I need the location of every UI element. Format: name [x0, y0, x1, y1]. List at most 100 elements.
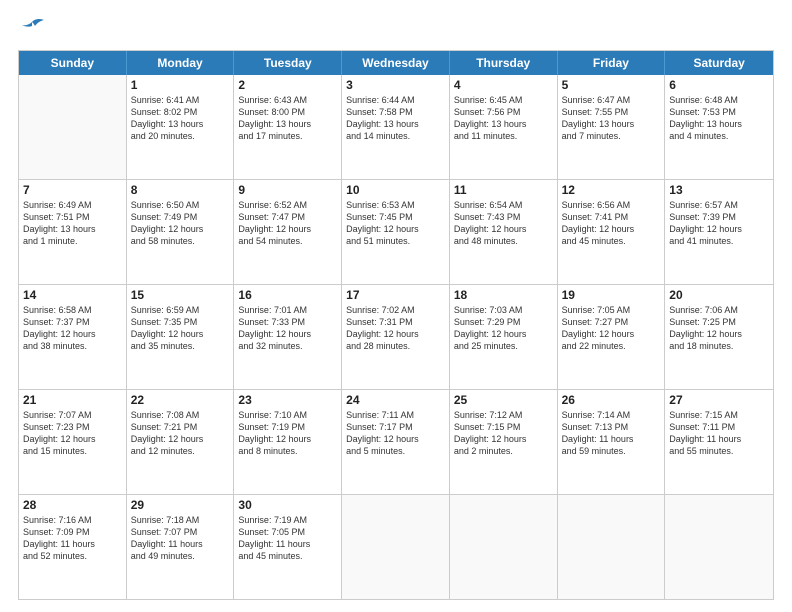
- day-number: 11: [454, 183, 553, 197]
- calendar-row-3: 14Sunrise: 6:58 AM Sunset: 7:37 PM Dayli…: [19, 284, 773, 389]
- day-cell-10: 10Sunrise: 6:53 AM Sunset: 7:45 PM Dayli…: [342, 180, 450, 284]
- day-info: Sunrise: 6:49 AM Sunset: 7:51 PM Dayligh…: [23, 199, 122, 248]
- empty-cell: [450, 495, 558, 599]
- day-cell-1: 1 Sunrise: 6:41 AM Sunset: 8:02 PM Daylig…: [127, 75, 235, 179]
- day-info: Sunrise: 7:05 AM Sunset: 7:27 PM Dayligh…: [562, 304, 661, 353]
- day-number: 9: [238, 183, 337, 197]
- day-cell-21: 21Sunrise: 7:07 AM Sunset: 7:23 PM Dayli…: [19, 390, 127, 494]
- day-cell-30: 30 Sunrise: 7:19 AM Sunset: 7:05 PM Dayli…: [234, 495, 342, 599]
- day-info: Sunrise: 7:10 AM Sunset: 7:19 PM Dayligh…: [238, 409, 337, 458]
- calendar-row-2: 7 Sunrise: 6:49 AM Sunset: 7:51 PM Daylig…: [19, 179, 773, 284]
- day-number: 22: [131, 393, 230, 407]
- day-info: Sunrise: 7:12 AM Sunset: 7:15 PM Dayligh…: [454, 409, 553, 458]
- calendar-body: 1 Sunrise: 6:41 AM Sunset: 8:02 PM Daylig…: [19, 75, 773, 599]
- day-info: Sunrise: 6:43 AM Sunset: 8:00 PM Dayligh…: [238, 94, 337, 143]
- calendar-row-4: 21Sunrise: 7:07 AM Sunset: 7:23 PM Dayli…: [19, 389, 773, 494]
- day-number: 6: [669, 78, 769, 92]
- day-number: 1: [131, 78, 230, 92]
- day-cell-4: 4 Sunrise: 6:45 AM Sunset: 7:56 PM Daylig…: [450, 75, 558, 179]
- day-cell-14: 14Sunrise: 6:58 AM Sunset: 7:37 PM Dayli…: [19, 285, 127, 389]
- day-number: 30: [238, 498, 337, 512]
- day-cell-17: 17 Sunrise: 7:02 AM Sunset: 7:31 PM Dayli…: [342, 285, 450, 389]
- day-number: 3: [346, 78, 445, 92]
- day-info: Sunrise: 7:19 AM Sunset: 7:05 PM Dayligh…: [238, 514, 337, 563]
- day-cell-24: 24 Sunrise: 7:11 AM Sunset: 7:17 PM Dayli…: [342, 390, 450, 494]
- calendar-row-1: 1 Sunrise: 6:41 AM Sunset: 8:02 PM Daylig…: [19, 75, 773, 179]
- day-info: Sunrise: 7:11 AM Sunset: 7:17 PM Dayligh…: [346, 409, 445, 458]
- day-number: 28: [23, 498, 122, 512]
- empty-cell: [665, 495, 773, 599]
- day-info: Sunrise: 6:44 AM Sunset: 7:58 PM Dayligh…: [346, 94, 445, 143]
- empty-cell: [19, 75, 127, 179]
- day-number: 25: [454, 393, 553, 407]
- day-info: Sunrise: 6:54 AM Sunset: 7:43 PM Dayligh…: [454, 199, 553, 248]
- day-cell-8: 8 Sunrise: 6:50 AM Sunset: 7:49 PM Daylig…: [127, 180, 235, 284]
- day-cell-2: 2 Sunrise: 6:43 AM Sunset: 8:00 PM Daylig…: [234, 75, 342, 179]
- day-number: 29: [131, 498, 230, 512]
- day-number: 15: [131, 288, 230, 302]
- day-cell-16: 16 Sunrise: 7:01 AM Sunset: 7:33 PM Dayli…: [234, 285, 342, 389]
- day-number: 27: [669, 393, 769, 407]
- header-day-tuesday: Tuesday: [234, 51, 342, 75]
- day-number: 24: [346, 393, 445, 407]
- day-cell-29: 29 Sunrise: 7:18 AM Sunset: 7:07 PM Dayli…: [127, 495, 235, 599]
- day-cell-18: 18 Sunrise: 7:03 AM Sunset: 7:29 PM Dayli…: [450, 285, 558, 389]
- day-number: 2: [238, 78, 337, 92]
- day-cell-6: 6 Sunrise: 6:48 AM Sunset: 7:53 PM Daylig…: [665, 75, 773, 179]
- day-cell-7: 7 Sunrise: 6:49 AM Sunset: 7:51 PM Daylig…: [19, 180, 127, 284]
- header: [18, 18, 774, 40]
- day-info: Sunrise: 7:15 AM Sunset: 7:11 PM Dayligh…: [669, 409, 769, 458]
- day-cell-5: 5 Sunrise: 6:47 AM Sunset: 7:55 PM Daylig…: [558, 75, 666, 179]
- day-number: 18: [454, 288, 553, 302]
- day-info: Sunrise: 6:41 AM Sunset: 8:02 PM Dayligh…: [131, 94, 230, 143]
- day-number: 26: [562, 393, 661, 407]
- day-info: Sunrise: 6:48 AM Sunset: 7:53 PM Dayligh…: [669, 94, 769, 143]
- day-cell-12: 12Sunrise: 6:56 AM Sunset: 7:41 PM Dayli…: [558, 180, 666, 284]
- day-cell-22: 22 Sunrise: 7:08 AM Sunset: 7:21 PM Dayli…: [127, 390, 235, 494]
- day-number: 17: [346, 288, 445, 302]
- day-cell-25: 25 Sunrise: 7:12 AM Sunset: 7:15 PM Dayli…: [450, 390, 558, 494]
- day-cell-11: 11 Sunrise: 6:54 AM Sunset: 7:43 PM Dayli…: [450, 180, 558, 284]
- day-info: Sunrise: 7:18 AM Sunset: 7:07 PM Dayligh…: [131, 514, 230, 563]
- day-info: Sunrise: 7:06 AM Sunset: 7:25 PM Dayligh…: [669, 304, 769, 353]
- day-info: Sunrise: 7:02 AM Sunset: 7:31 PM Dayligh…: [346, 304, 445, 353]
- day-info: Sunrise: 7:14 AM Sunset: 7:13 PM Dayligh…: [562, 409, 661, 458]
- day-cell-19: 19Sunrise: 7:05 AM Sunset: 7:27 PM Dayli…: [558, 285, 666, 389]
- header-day-thursday: Thursday: [450, 51, 558, 75]
- logo-icon: [18, 18, 46, 40]
- header-day-wednesday: Wednesday: [342, 51, 450, 75]
- day-cell-28: 28 Sunrise: 7:16 AM Sunset: 7:09 PM Dayli…: [19, 495, 127, 599]
- day-info: Sunrise: 6:56 AM Sunset: 7:41 PM Dayligh…: [562, 199, 661, 248]
- day-number: 16: [238, 288, 337, 302]
- day-cell-3: 3 Sunrise: 6:44 AM Sunset: 7:58 PM Daylig…: [342, 75, 450, 179]
- day-info: Sunrise: 6:58 AM Sunset: 7:37 PM Dayligh…: [23, 304, 122, 353]
- day-number: 20: [669, 288, 769, 302]
- day-info: Sunrise: 7:03 AM Sunset: 7:29 PM Dayligh…: [454, 304, 553, 353]
- day-cell-26: 26 Sunrise: 7:14 AM Sunset: 7:13 PM Dayli…: [558, 390, 666, 494]
- day-number: 23: [238, 393, 337, 407]
- day-cell-27: 27 Sunrise: 7:15 AM Sunset: 7:11 PM Dayli…: [665, 390, 773, 494]
- day-info: Sunrise: 7:16 AM Sunset: 7:09 PM Dayligh…: [23, 514, 122, 563]
- day-info: Sunrise: 6:47 AM Sunset: 7:55 PM Dayligh…: [562, 94, 661, 143]
- header-day-sunday: Sunday: [19, 51, 127, 75]
- day-info: Sunrise: 7:01 AM Sunset: 7:33 PM Dayligh…: [238, 304, 337, 353]
- day-info: Sunrise: 6:45 AM Sunset: 7:56 PM Dayligh…: [454, 94, 553, 143]
- day-info: Sunrise: 6:50 AM Sunset: 7:49 PM Dayligh…: [131, 199, 230, 248]
- header-day-friday: Friday: [558, 51, 666, 75]
- day-number: 5: [562, 78, 661, 92]
- day-cell-13: 13 Sunrise: 6:57 AM Sunset: 7:39 PM Dayli…: [665, 180, 773, 284]
- calendar: SundayMondayTuesdayWednesdayThursdayFrid…: [18, 50, 774, 600]
- header-day-monday: Monday: [127, 51, 235, 75]
- day-number: 10: [346, 183, 445, 197]
- day-cell-20: 20 Sunrise: 7:06 AM Sunset: 7:25 PM Dayli…: [665, 285, 773, 389]
- day-info: Sunrise: 6:59 AM Sunset: 7:35 PM Dayligh…: [131, 304, 230, 353]
- day-number: 7: [23, 183, 122, 197]
- day-number: 13: [669, 183, 769, 197]
- calendar-header: SundayMondayTuesdayWednesdayThursdayFrid…: [19, 51, 773, 75]
- day-info: Sunrise: 7:07 AM Sunset: 7:23 PM Dayligh…: [23, 409, 122, 458]
- day-number: 8: [131, 183, 230, 197]
- day-info: Sunrise: 7:08 AM Sunset: 7:21 PM Dayligh…: [131, 409, 230, 458]
- header-day-saturday: Saturday: [665, 51, 773, 75]
- day-number: 4: [454, 78, 553, 92]
- day-info: Sunrise: 6:57 AM Sunset: 7:39 PM Dayligh…: [669, 199, 769, 248]
